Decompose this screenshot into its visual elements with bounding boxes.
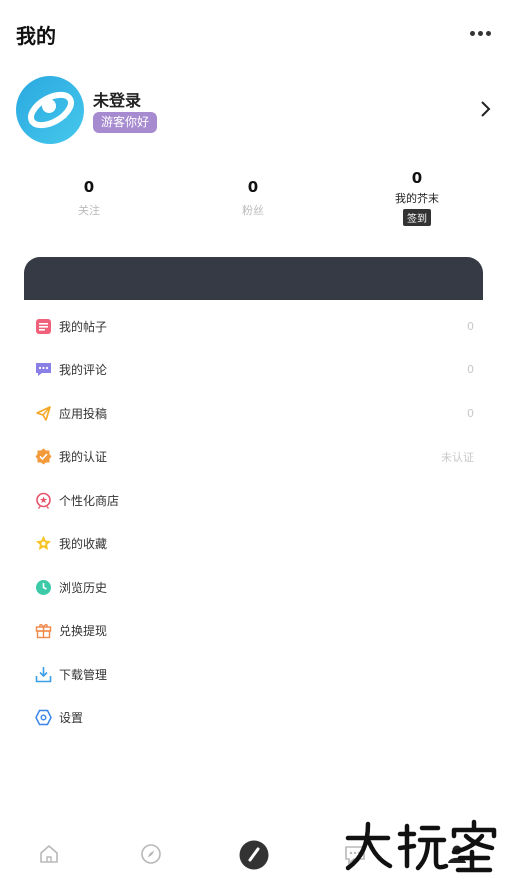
post-icon: [36, 319, 51, 334]
stat-following[interactable]: 0 关注: [39, 178, 139, 218]
guest-badge: 游客你好: [93, 112, 158, 133]
following-label: 关注: [78, 204, 100, 217]
menu-label: 我的评论: [59, 363, 108, 377]
menu-item-my-posts[interactable]: 我的帖子 0: [24, 305, 483, 348]
settings-icon: [35, 709, 52, 726]
menu-label: 浏览历史: [59, 581, 108, 595]
menu-value: 0: [467, 363, 474, 376]
menu-value: 0: [467, 320, 474, 333]
home-icon: [40, 845, 58, 863]
store-icon: [36, 492, 51, 509]
menu-item-favorites[interactable]: 我的收藏: [24, 522, 483, 565]
download-icon: [35, 667, 52, 683]
menu-label: 应用投稿: [59, 407, 108, 421]
mustard-count: 0: [411, 169, 423, 187]
menu-label: 下载管理: [59, 668, 108, 682]
followers-count: 0: [247, 178, 259, 196]
menu-label: 设置: [59, 711, 84, 725]
chevron-right-icon[interactable]: [479, 100, 491, 118]
gift-icon: [35, 624, 52, 639]
page-title: 我的: [16, 24, 56, 48]
menu-label: 我的认证: [59, 450, 108, 464]
tab-discover[interactable]: [137, 840, 165, 868]
stats-row: 0 关注 0 粉丝 0 我的芥末 签到: [0, 168, 509, 234]
profile-header[interactable]: 未登录 游客你好: [0, 70, 509, 150]
history-icon: [36, 580, 51, 595]
menu-item-settings[interactable]: 设置: [24, 696, 483, 739]
verify-icon: [35, 448, 52, 465]
tab-home[interactable]: [35, 840, 63, 868]
comment-icon: [36, 363, 51, 376]
menu-label: 个性化商店: [59, 494, 120, 508]
top-bar: 我的: [0, 0, 509, 68]
mustard-label: 我的芥末: [395, 192, 439, 205]
menu-item-history[interactable]: 浏览历史: [24, 566, 483, 609]
menu-item-verification[interactable]: 我的认证 未认证: [24, 435, 483, 478]
stat-mustard[interactable]: 0 我的芥末 签到: [367, 169, 467, 226]
watermark-logo: [345, 819, 497, 873]
followers-label: 粉丝: [242, 204, 264, 217]
avatar[interactable]: [16, 76, 84, 144]
dark-banner-card[interactable]: [24, 257, 483, 300]
submit-app-icon: [36, 406, 51, 421]
menu-label: 我的帖子: [59, 320, 108, 334]
menu-item-my-comments[interactable]: 我的评论 0: [24, 348, 483, 391]
more-options-icon[interactable]: [469, 26, 491, 40]
sign-in-button[interactable]: 签到: [403, 209, 431, 226]
stat-followers[interactable]: 0 粉丝: [203, 178, 303, 218]
menu-value: 0: [467, 407, 474, 420]
favorite-icon: [36, 535, 51, 550]
tab-publish[interactable]: [239, 840, 269, 870]
menu-label: 我的收藏: [59, 537, 108, 551]
menu-item-store[interactable]: 个性化商店: [24, 479, 483, 522]
username: 未登录: [93, 91, 142, 110]
planet-logo-icon: [28, 91, 74, 129]
publish-icon: [239, 840, 269, 870]
menu-item-downloads[interactable]: 下载管理: [24, 653, 483, 696]
menu-item-redeem[interactable]: 兑换提现: [24, 609, 483, 652]
following-count: 0: [83, 178, 95, 196]
menu-item-submit-app[interactable]: 应用投稿 0: [24, 392, 483, 435]
menu-label: 兑换提现: [59, 624, 108, 638]
discover-icon: [141, 844, 161, 864]
menu-value: 未认证: [441, 450, 474, 464]
